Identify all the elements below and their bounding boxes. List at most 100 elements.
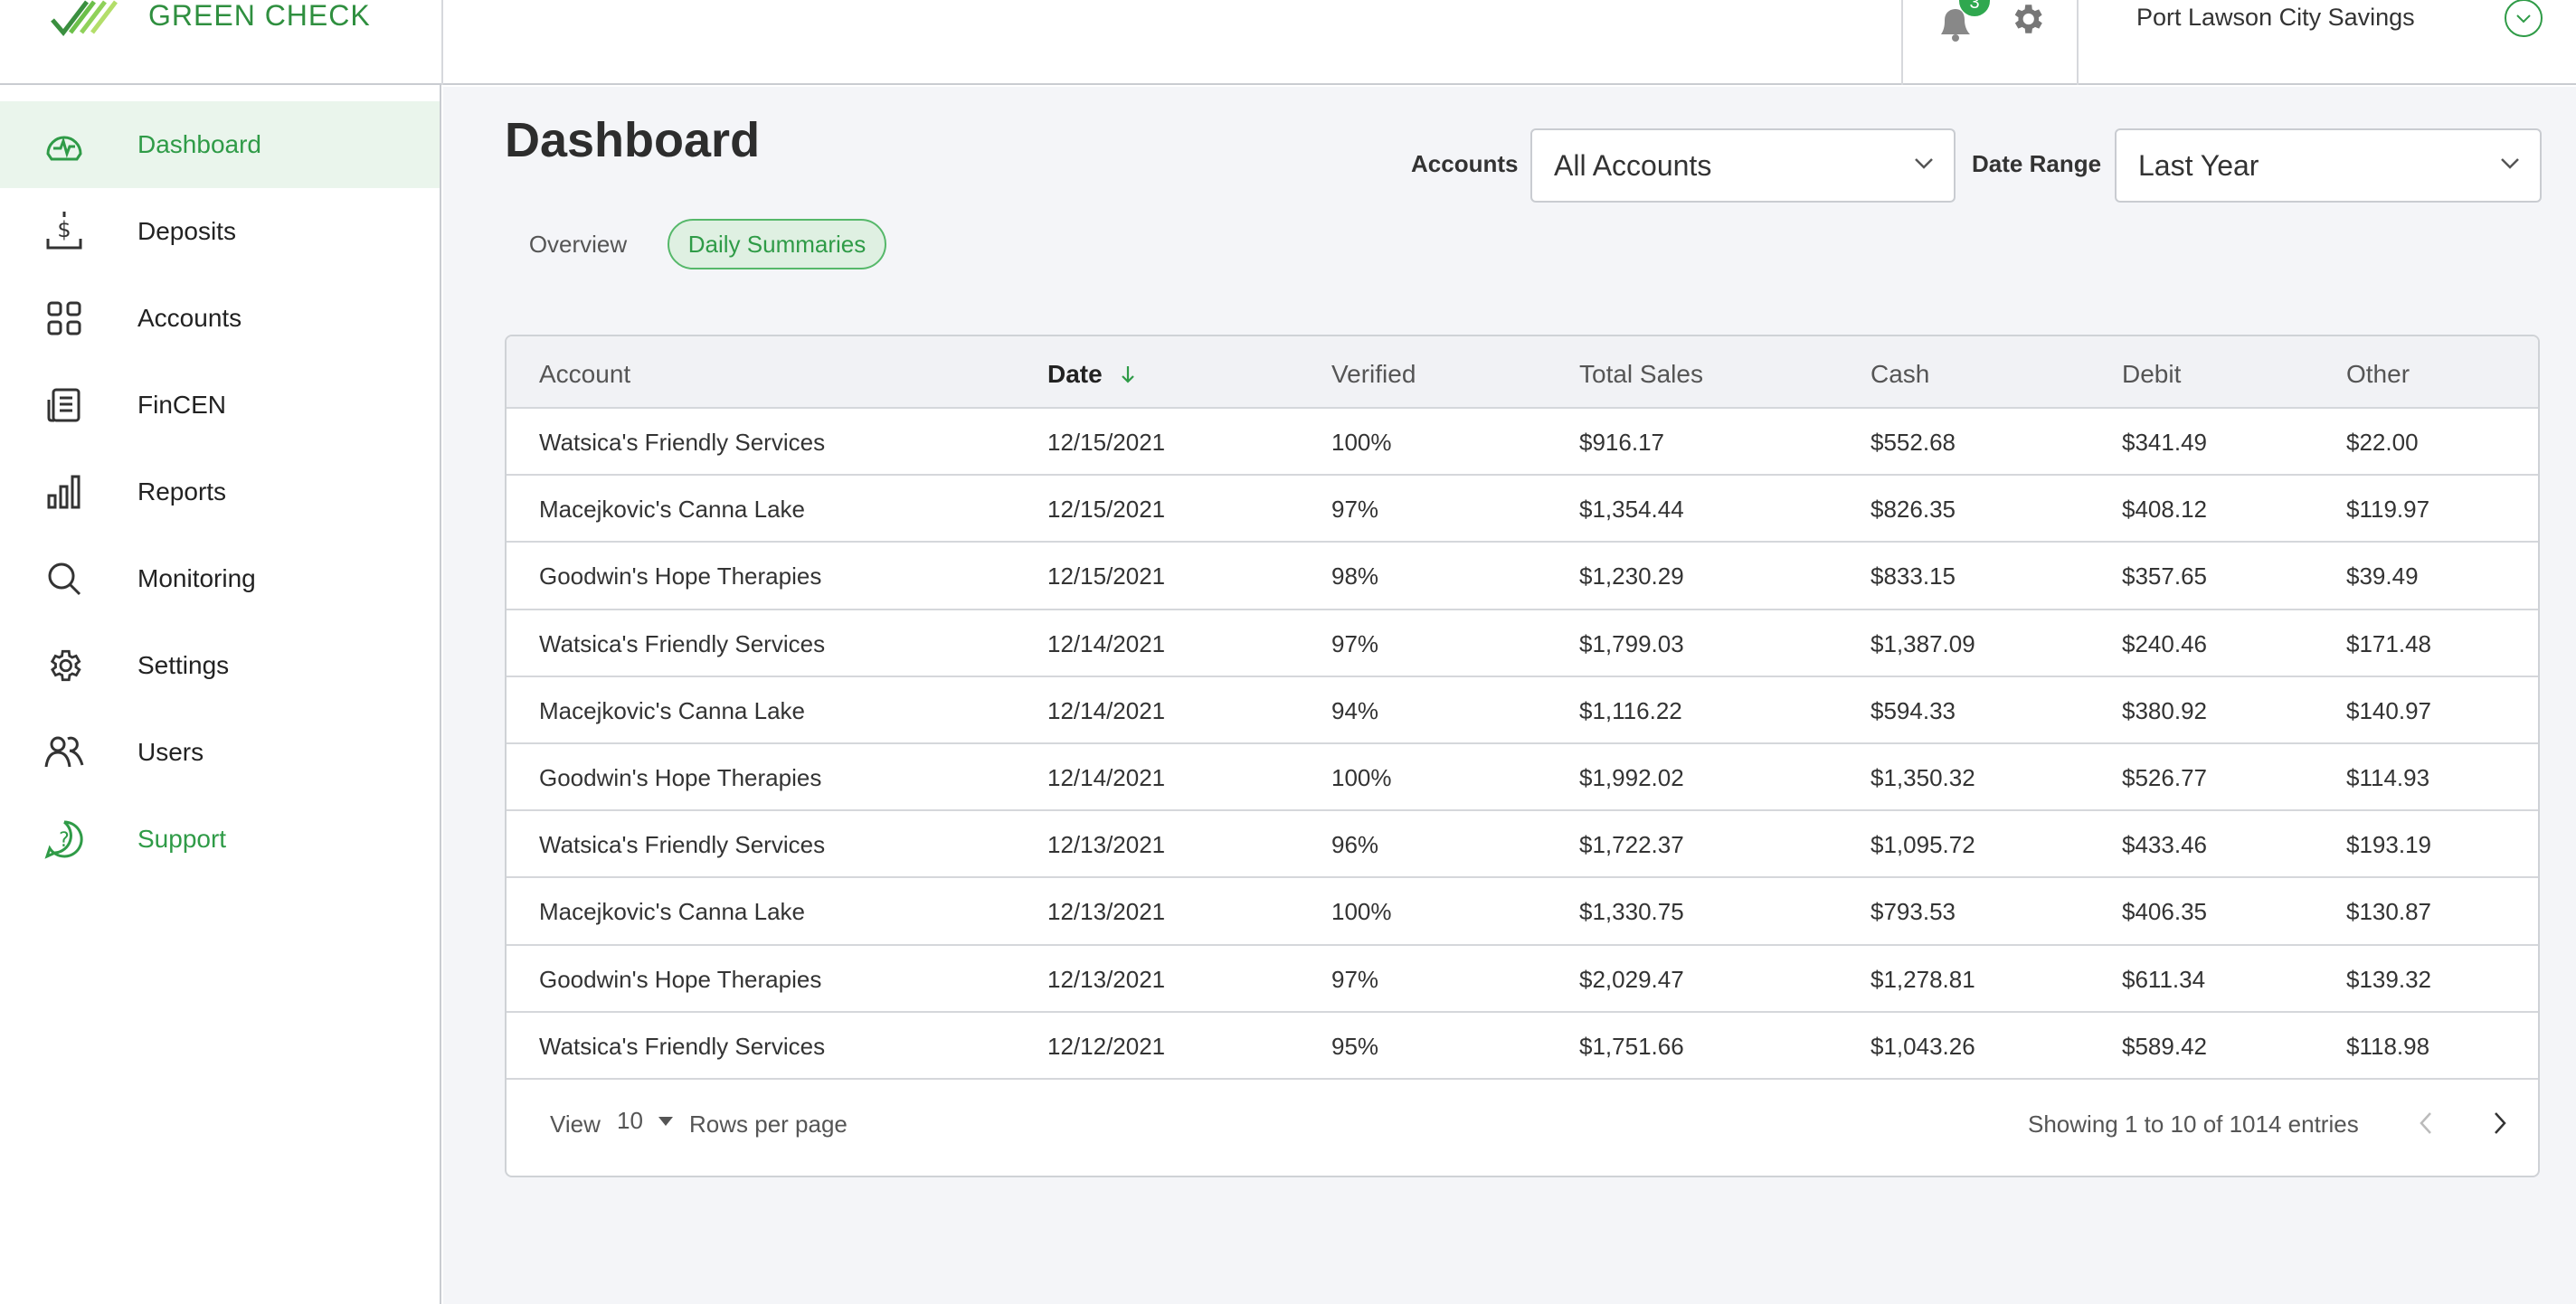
org-chevron-down-icon[interactable]: [2504, 0, 2543, 43]
sidebar-item-label: Settings: [137, 651, 230, 679]
sidebar-item-label: Monitoring: [137, 564, 256, 592]
checkmark-logo-icon: [51, 0, 118, 36]
table-body: Watsica's Friendly Services 12/15/2021 100…: [507, 409, 2538, 1080]
settings-gear-icon[interactable]: [2008, 0, 2046, 43]
cell-cash: $826.35: [1870, 496, 1956, 524]
cell-cash: $594.33: [1870, 696, 1956, 724]
table-row[interactable]: Goodwin's Hope Therapies 12/14/2021 100% $1…: [507, 744, 2538, 812]
cell-total-sales: $2,029.47: [1579, 965, 1684, 993]
cell-cash: $833.15: [1870, 562, 1956, 591]
cell-cash: $1,350.32: [1870, 763, 1975, 791]
cell-cash: $793.53: [1870, 898, 1956, 926]
pagination-summary: Showing 1 to 10 of 1014 entries: [2028, 1110, 2359, 1138]
header-divider: [2077, 0, 2079, 85]
chevron-down-icon: [1915, 158, 1933, 169]
cell-verified: 100%: [1331, 429, 1392, 456]
sidebar-item-fincen[interactable]: FinCEN: [0, 362, 440, 449]
cell-debit: $433.46: [2122, 831, 2207, 859]
table-row[interactable]: Macejkovic's Canna Lake 12/14/2021 94% $1,1…: [507, 677, 2538, 744]
chevron-left-icon: [2420, 1112, 2431, 1134]
cell-total-sales: $1,230.29: [1579, 562, 1684, 591]
sort-arrow-down-icon: [1122, 366, 1135, 383]
table-row[interactable]: Watsica's Friendly Services 12/12/2021 95%…: [507, 1013, 2538, 1080]
cell-other: $118.98: [2346, 1032, 2430, 1060]
document-icon: [43, 384, 85, 426]
chevron-down-icon: [2501, 158, 2519, 169]
sidebar-item-label: Support: [137, 825, 227, 853]
cell-debit: $341.49: [2122, 429, 2207, 456]
sidebar-item-monitoring[interactable]: Monitoring: [0, 535, 440, 622]
cell-other: $193.19: [2346, 831, 2431, 859]
cell-other: $119.97: [2346, 496, 2430, 524]
cell-total-sales: $916.17: [1579, 429, 1664, 456]
view-label: View: [550, 1110, 601, 1138]
cell-date: 12/13/2021: [1047, 831, 1166, 859]
cell-account: Goodwin's Hope Therapies: [539, 965, 822, 993]
header-divider: [1901, 0, 1903, 85]
column-header-debit[interactable]: Debit: [2122, 360, 2181, 389]
cell-debit: $526.77: [2122, 763, 2207, 791]
next-page-button[interactable]: [2484, 1105, 2516, 1141]
previous-page-button[interactable]: [2410, 1105, 2442, 1141]
cell-account: Macejkovic's Canna Lake: [539, 696, 805, 724]
cell-verified: 97%: [1331, 629, 1379, 657]
cell-date: 12/15/2021: [1047, 562, 1166, 591]
column-header-verified[interactable]: Verified: [1331, 360, 1416, 389]
cell-date: 12/12/2021: [1047, 1032, 1166, 1060]
sidebar-item-deposits[interactable]: $ Deposits: [0, 188, 440, 275]
cell-verified: 100%: [1331, 898, 1392, 926]
cell-date: 12/14/2021: [1047, 763, 1166, 791]
cell-date: 12/15/2021: [1047, 429, 1166, 456]
chevron-right-icon: [2495, 1112, 2506, 1134]
table-row[interactable]: Goodwin's Hope Therapies 12/13/2021 97% $2,…: [507, 946, 2538, 1013]
cell-account: Macejkovic's Canna Lake: [539, 898, 805, 926]
table-header: Account Date Verified Total Sales Cash D…: [507, 336, 2538, 409]
search-icon: [43, 558, 85, 600]
cell-cash: $1,278.81: [1870, 965, 1975, 993]
column-header-account[interactable]: Account: [539, 360, 630, 389]
organization-name[interactable]: Port Lawson City Savings: [2136, 4, 2415, 32]
sidebar-item-support[interactable]: ? Support: [0, 796, 440, 883]
tab-overview[interactable]: Overview: [514, 219, 642, 269]
grid-icon: [43, 298, 85, 339]
column-header-cash[interactable]: Cash: [1870, 360, 1929, 389]
cell-debit: $380.92: [2122, 696, 2207, 724]
sidebar-item-reports[interactable]: Reports: [0, 449, 440, 535]
cell-other: $130.87: [2346, 898, 2431, 926]
cell-total-sales: $1,751.66: [1579, 1032, 1684, 1060]
cell-account: Goodwin's Hope Therapies: [539, 562, 822, 591]
sidebar-item-users[interactable]: Users: [0, 709, 440, 796]
cell-account: Goodwin's Hope Therapies: [539, 763, 822, 791]
deposit-icon: $: [43, 211, 85, 252]
column-header-total-sales[interactable]: Total Sales: [1579, 360, 1703, 389]
svg-text:$: $: [57, 217, 71, 242]
accounts-filter-label: Accounts: [1411, 150, 1519, 177]
header-divider: [441, 0, 443, 85]
sidebar-item-dashboard[interactable]: Dashboard: [0, 101, 440, 188]
table-row[interactable]: Watsica's Friendly Services 12/14/2021 97%…: [507, 610, 2538, 677]
cell-total-sales: $1,992.02: [1579, 763, 1684, 791]
cell-cash: $1,387.09: [1870, 629, 1975, 657]
sidebar-item-accounts[interactable]: Accounts: [0, 275, 440, 362]
table-row[interactable]: Macejkovic's Canna Lake 12/15/2021 97% $1,3…: [507, 476, 2538, 543]
daily-summaries-table: Account Date Verified Total Sales Cash D…: [505, 335, 2540, 1177]
users-icon: [43, 732, 85, 773]
table-row[interactable]: Watsica's Friendly Services 12/15/2021 100…: [507, 409, 2538, 477]
date-range-select[interactable]: Last Year: [2115, 128, 2542, 203]
table-row[interactable]: Goodwin's Hope Therapies 12/15/2021 98% $1,…: [507, 543, 2538, 610]
cell-debit: $611.34: [2122, 965, 2206, 993]
brand-logo[interactable]: GREEN CHECK: [51, 0, 371, 38]
column-header-other[interactable]: Other: [2346, 360, 2410, 389]
table-row[interactable]: Macejkovic's Canna Lake 12/13/2021 100% $1,…: [507, 878, 2538, 946]
page-title: Dashboard: [505, 113, 761, 167]
accounts-select[interactable]: All Accounts: [1530, 128, 1956, 203]
tab-daily-summaries[interactable]: Daily Summaries: [668, 219, 886, 269]
cell-verified: 97%: [1331, 965, 1379, 993]
cell-debit: $589.42: [2122, 1032, 2207, 1060]
table-row[interactable]: Watsica's Friendly Services 12/13/2021 96%…: [507, 811, 2538, 879]
rows-per-page-select[interactable]: 10: [617, 1107, 674, 1135]
cell-date: 12/13/2021: [1047, 898, 1166, 926]
column-header-date[interactable]: Date: [1047, 360, 1136, 389]
gear-icon: [43, 645, 85, 686]
sidebar-item-settings[interactable]: Settings: [0, 622, 440, 709]
